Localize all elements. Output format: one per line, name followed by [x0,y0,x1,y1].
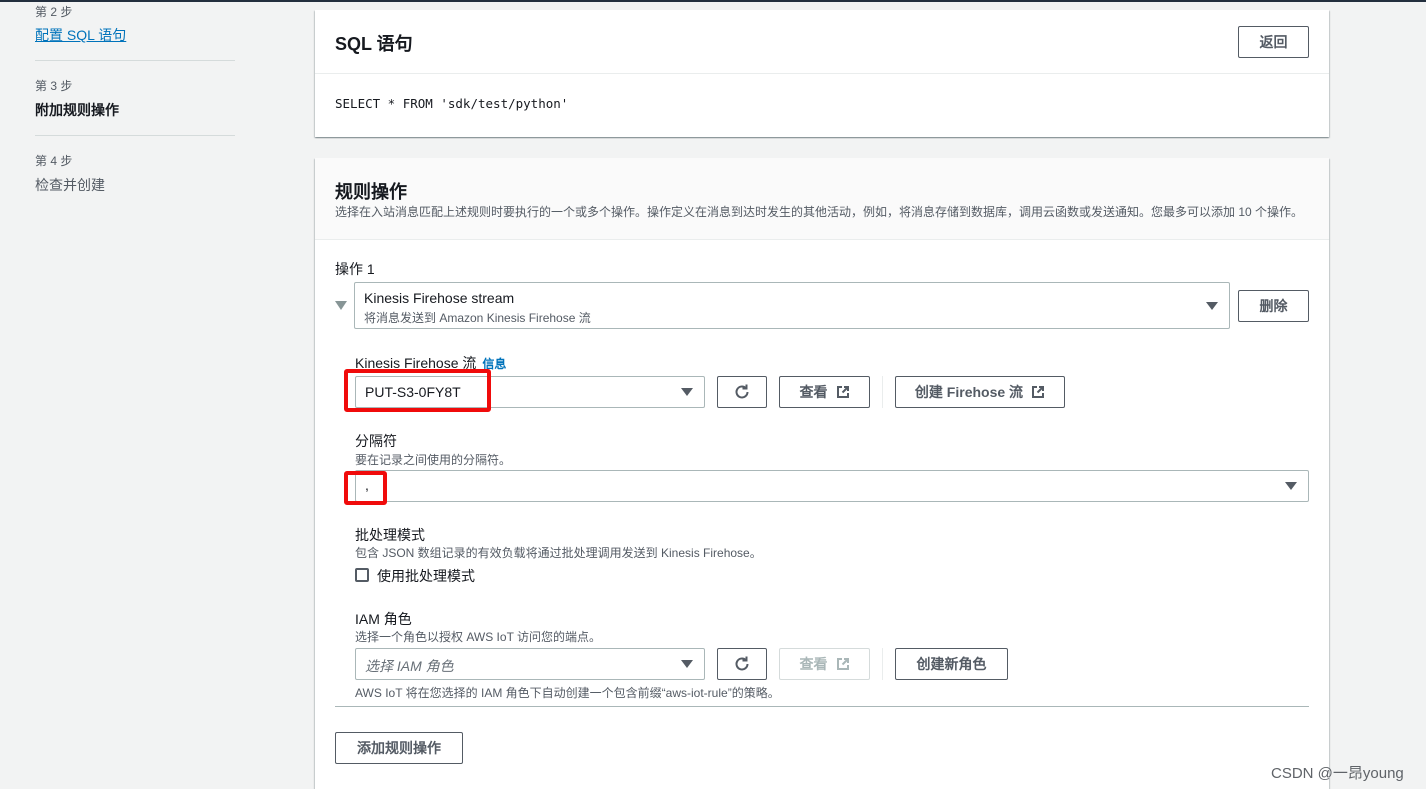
section-divider [335,706,1309,707]
step-4: 第 4 步 检查并创建 [35,136,235,195]
action-type-subtitle: 将消息发送到 Amazon Kinesis Firehose 流 [364,311,591,325]
create-iam-role-button[interactable]: 创建新角色 [895,648,1008,680]
add-rule-action-button[interactable]: 添加规则操作 [335,732,463,764]
step-2: 第 2 步 配置 SQL 语句 [35,0,235,61]
step-number: 第 3 步 [35,79,73,93]
separator-hint: 要在记录之间使用的分隔符。 [355,453,512,467]
sql-query: SELECT * FROM 'sdk/test/python' [335,96,569,111]
iam-role-hint: 选择一个角色以授权 AWS IoT 访问您的端点。 [355,630,602,644]
chevron-down-icon [1206,302,1218,310]
view-iam-label: 查看 [799,656,828,672]
refresh-icon [735,384,749,399]
view-firehose-button[interactable]: 查看 [779,376,870,408]
batch-mode-hint: 包含 JSON 数组记录的有效负载将通过批处理调用发送到 Kinesis Fir… [355,546,762,560]
panel-header [315,10,1329,74]
firehose-stream-label: Kinesis Firehose 流信息 [355,353,506,373]
action-number-label: 操作 1 [335,261,375,277]
wizard-steps: 第 2 步 配置 SQL 语句 第 3 步 附加规则操作 第 4 步 检查并创建 [35,0,235,195]
batch-mode-checkbox[interactable] [355,568,369,582]
sql-statement-panel: SQL 语句 返回 SELECT * FROM 'sdk/test/python… [315,10,1329,137]
watermark: CSDN @一昂young [1271,765,1404,782]
external-link-icon [1032,386,1045,398]
panel-title: 规则操作 [335,182,407,202]
panel-header [315,158,1329,240]
external-link-icon [836,386,849,398]
panel-title: SQL 语句 [335,34,413,54]
separator-select[interactable]: , [355,470,1309,502]
step-3: 第 3 步 附加规则操作 [35,61,235,136]
create-firehose-label: 创建 Firehose 流 [914,384,1024,400]
iam-role-note: AWS IoT 将在您选择的 IAM 角色下自动创建一个包含前缀“aws-iot… [355,686,780,700]
chevron-down-icon [681,388,693,396]
view-firehose-label: 查看 [799,384,828,400]
step-disabled-label: 检查并创建 [35,177,105,193]
action-type-title: Kinesis Firehose stream [364,290,515,306]
batch-mode-label: 批处理模式 [355,527,425,543]
button-divider [882,648,883,680]
create-firehose-button[interactable]: 创建 Firehose 流 [895,376,1065,408]
action-type-select[interactable]: Kinesis Firehose stream 将消息发送到 Amazon Ki… [354,282,1230,329]
step-current-label: 附加规则操作 [35,102,119,118]
chevron-down-icon [681,660,693,668]
step-number: 第 4 步 [35,154,73,168]
step-number: 第 2 步 [35,5,73,19]
step-link-configure-sql[interactable]: 配置 SQL 语句 [35,25,235,45]
iam-role-select[interactable]: 选择 IAM 角色 [355,648,705,680]
rule-actions-panel: 规则操作 选择在入站消息匹配上述规则时要执行的一个或多个操作。操作定义在消息到达… [315,158,1329,789]
refresh-iam-button[interactable] [717,648,767,680]
view-iam-button[interactable]: 查看 [779,648,870,680]
button-divider [882,376,883,408]
info-link[interactable]: 信息 [482,357,506,371]
separator-label: 分隔符 [355,433,397,449]
batch-mode-checkbox-label[interactable]: 使用批处理模式 [377,566,475,586]
firehose-stream-select[interactable]: PUT-S3-0FY8T [355,376,705,408]
refresh-icon [735,656,749,671]
firehose-stream-value: PUT-S3-0FY8T [365,384,461,400]
panel-description: 选择在入站消息匹配上述规则时要执行的一个或多个操作。操作定义在消息到达时发生的其… [335,205,1304,219]
firehose-stream-label-text: Kinesis Firehose 流 [355,355,477,371]
chevron-down-icon [1285,482,1297,490]
external-link-icon [836,658,849,670]
separator-value: , [365,477,369,493]
back-button[interactable]: 返回 [1238,26,1309,58]
iam-role-label: IAM 角色 [355,611,412,627]
collapse-toggle-icon[interactable] [335,301,347,310]
refresh-firehose-button[interactable] [717,376,767,408]
iam-role-placeholder: 选择 IAM 角色 [365,658,454,674]
delete-action-button[interactable]: 删除 [1238,290,1309,322]
